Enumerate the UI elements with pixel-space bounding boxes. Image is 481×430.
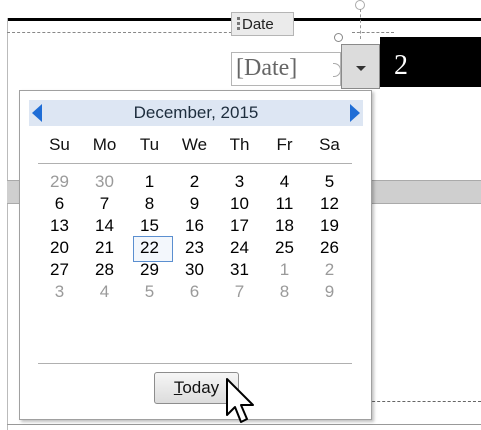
calendar-day[interactable]: 10	[217, 193, 262, 215]
weekday-label: We	[181, 135, 208, 154]
weekday-label: Sa	[319, 135, 340, 154]
calendar-day-grid: 29 30 1 2 3 4 5 6 7 8 9 10 11 12 13 14 15 16 17 18 19 20 21 22 2…	[37, 171, 352, 303]
handle-guide	[360, 9, 361, 39]
chevron-down-icon	[356, 66, 366, 71]
calendar-day[interactable]: 16	[172, 215, 217, 237]
calendar-day[interactable]: 25	[262, 237, 307, 259]
mouse-pointer-icon	[226, 378, 254, 423]
gridline-dashed	[7, 32, 242, 33]
weekday-header-row: Su Mo Tu We Th Fr Sa	[37, 135, 352, 155]
table-cell-text: 2	[394, 50, 408, 81]
calendar-day[interactable]: 3	[217, 171, 262, 193]
calendar-day[interactable]: 13	[37, 215, 82, 237]
calendar-day[interactable]: 4	[82, 281, 127, 303]
content-control-tag-label: Date	[242, 16, 274, 33]
calendar-popup: December, 2015 Su Mo Tu We Th Fr Sa 29 30 1 2 3 4 5 6…	[19, 90, 372, 420]
date-picker-field[interactable]: [Date]	[231, 52, 341, 86]
calendar-day[interactable]: 29	[127, 259, 172, 281]
calendar-day[interactable]: 3	[37, 281, 82, 303]
triangle-right-icon[interactable]	[350, 104, 360, 122]
calendar-month-title: December, 2015	[133, 103, 259, 122]
calendar-day[interactable]: 5	[127, 281, 172, 303]
gridline-dashed	[352, 32, 394, 33]
weekday-label: Mo	[92, 135, 117, 154]
weekday-label: Tu	[139, 135, 160, 154]
calendar-day[interactable]: 14	[82, 215, 127, 237]
calendar-day[interactable]: 15	[127, 215, 172, 237]
calendar-day-today[interactable]: 22	[127, 236, 173, 262]
date-placeholder: [Date]	[236, 55, 298, 81]
calendar-day[interactable]: 4	[262, 171, 307, 193]
calendar-day[interactable]: 9	[172, 193, 217, 215]
calendar-day[interactable]: 5	[307, 171, 352, 193]
table-cell-black: 2	[380, 37, 481, 87]
calendar-day[interactable]: 30	[172, 259, 217, 281]
date-dropdown-button[interactable]	[341, 44, 380, 89]
calendar-day[interactable]: 18	[262, 215, 307, 237]
calendar-day[interactable]: 9	[307, 281, 352, 303]
calendar-day[interactable]: 7	[82, 193, 127, 215]
calendar-day[interactable]: 2	[307, 259, 352, 281]
calendar-day[interactable]: 31	[217, 259, 262, 281]
anchor-handle	[334, 33, 343, 42]
calendar-day[interactable]: 11	[262, 193, 307, 215]
today-button-label: oday	[182, 378, 220, 397]
calendar-day[interactable]: 19	[307, 215, 352, 237]
calendar-divider	[38, 363, 352, 364]
calendar-day[interactable]: 24	[217, 237, 262, 259]
calendar-day[interactable]: 1	[262, 259, 307, 281]
calendar-day[interactable]: 8	[127, 193, 172, 215]
calendar-day[interactable]: 7	[217, 281, 262, 303]
calendar-day[interactable]: 6	[172, 281, 217, 303]
calendar-day[interactable]: 26	[307, 237, 352, 259]
calendar-day[interactable]: 30	[82, 171, 127, 193]
field-end-cap	[333, 63, 341, 77]
calendar-day[interactable]: 17	[217, 215, 262, 237]
calendar-day[interactable]: 21	[82, 237, 127, 259]
grip-icon	[237, 17, 240, 32]
calendar-header: December, 2015	[29, 100, 363, 126]
calendar-day[interactable]: 12	[307, 193, 352, 215]
calendar-day[interactable]: 29	[37, 171, 82, 193]
calendar-day[interactable]: 20	[37, 237, 82, 259]
calendar-day[interactable]: 6	[37, 193, 82, 215]
calendar-day[interactable]: 2	[172, 171, 217, 193]
calendar-divider	[38, 163, 352, 164]
calendar-day[interactable]: 8	[262, 281, 307, 303]
weekday-label: Th	[229, 135, 250, 154]
calendar-day[interactable]: 27	[37, 259, 82, 281]
content-control-tag[interactable]: Date	[231, 12, 294, 36]
document-table-border	[7, 18, 8, 430]
weekday-label: Su	[49, 135, 70, 154]
weekday-label: Fr	[276, 135, 293, 154]
calendar-day[interactable]: 28	[82, 259, 127, 281]
calendar-day[interactable]: 1	[127, 171, 172, 193]
calendar-day[interactable]: 23	[172, 237, 217, 259]
